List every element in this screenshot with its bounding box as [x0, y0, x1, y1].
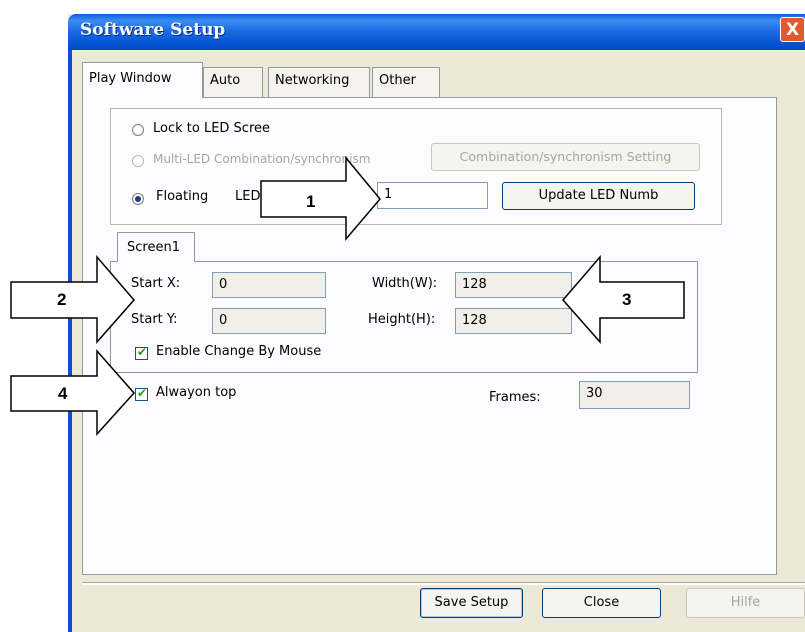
combination-setting-button[interactable]: Combination/synchronism Setting [431, 143, 700, 171]
save-setup-button[interactable]: Save Setup [420, 588, 523, 618]
callout-arrow-2 [10, 254, 135, 344]
callout-arrow-4 [10, 349, 136, 436]
start-y-input[interactable]: 0 [212, 308, 326, 334]
callout-number-3: 3 [622, 290, 632, 309]
height-label: Height(H): [368, 312, 436, 327]
close-button[interactable]: Close [542, 588, 661, 618]
radio-floating[interactable] [132, 193, 144, 205]
callout-arrow-1 [260, 155, 381, 242]
checkmark-icon: ✔ [137, 386, 148, 400]
start-x-input[interactable]: 0 [212, 272, 326, 298]
always-on-top-checkbox[interactable]: ✔ [135, 386, 148, 401]
radio-lock-to-led-label: Lock to LED Scree [153, 121, 271, 136]
radio-multi-led[interactable] [132, 155, 144, 167]
width-input[interactable]: 128 [455, 272, 572, 298]
enable-change-label: Enable Change By Mouse [156, 344, 322, 359]
frames-input[interactable]: 30 [579, 381, 690, 409]
frames-label: Frames: [489, 390, 541, 405]
tab-networking[interactable]: Networking [268, 67, 370, 97]
enable-change-checkbox[interactable]: ✔ [135, 345, 148, 360]
close-window-button[interactable]: X [780, 17, 805, 42]
led-number-label: LED [235, 189, 261, 204]
close-icon: X [785, 20, 800, 40]
tab-play-window[interactable]: Play Window [82, 62, 203, 98]
tab-screen1[interactable]: Screen1 [117, 232, 195, 262]
led-number-input[interactable]: 1 [377, 182, 488, 209]
radio-lock-to-led[interactable] [132, 124, 144, 136]
callout-number-1: 1 [306, 192, 316, 211]
tab-auto[interactable]: Auto [203, 67, 263, 97]
update-led-number-button[interactable]: Update LED Numb [502, 182, 695, 210]
help-button[interactable]: Hilfe [686, 588, 805, 618]
callout-number-2: 2 [57, 290, 67, 309]
width-label: Width(W): [372, 276, 438, 291]
callout-number-4: 4 [58, 384, 68, 403]
height-input[interactable]: 128 [455, 308, 572, 334]
window-title: Software Setup [80, 20, 226, 40]
tab-other[interactable]: Other [372, 67, 440, 97]
footer-separator [82, 582, 805, 585]
checkmark-icon: ✔ [137, 345, 148, 359]
radio-floating-label: Floating [156, 189, 209, 204]
start-y-label: Start Y: [131, 312, 178, 327]
always-on-top-label: Alwayon top [156, 385, 237, 400]
start-x-label: Start X: [131, 276, 181, 291]
